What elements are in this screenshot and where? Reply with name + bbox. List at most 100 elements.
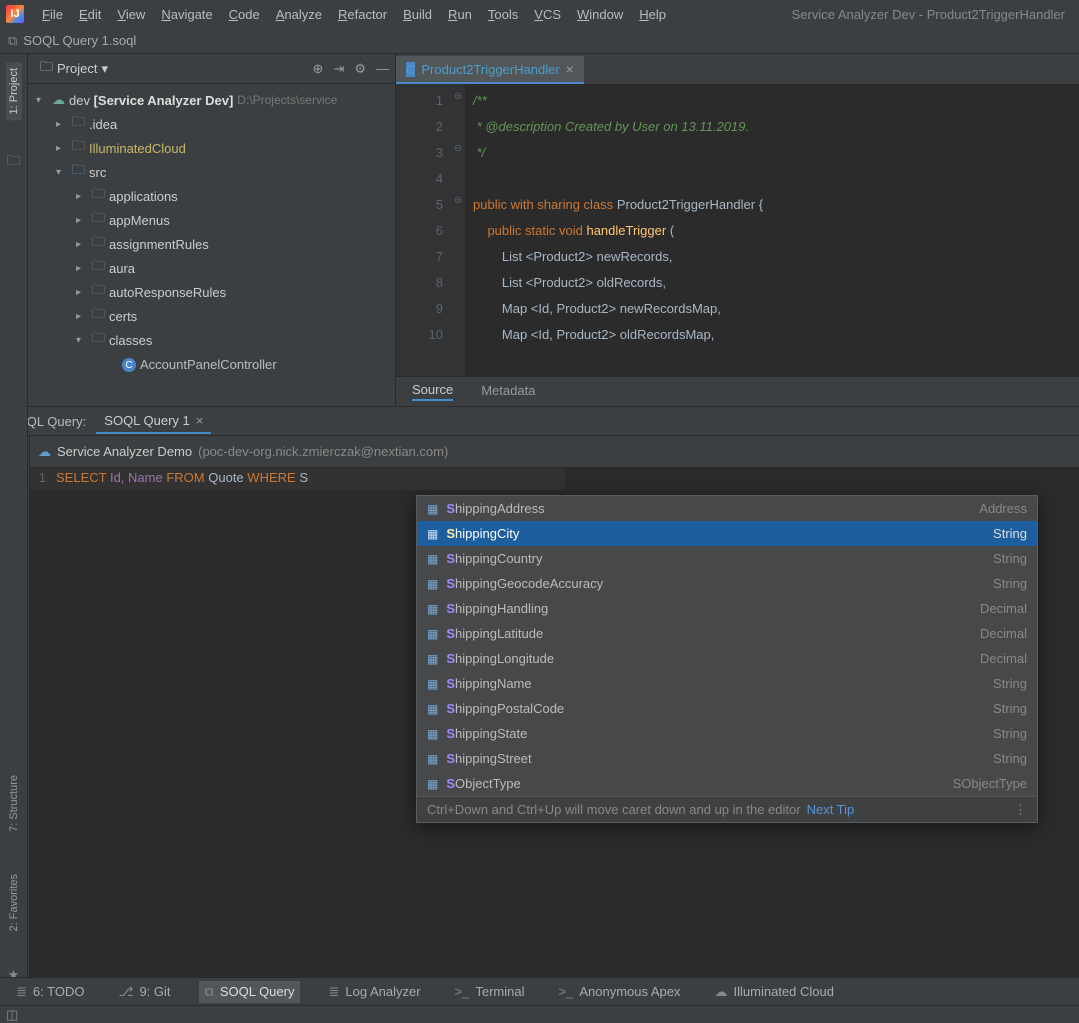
autocomplete-popup: ▦ShippingAddressAddress▦ShippingCityStri… [416, 495, 1038, 823]
connection-selector[interactable]: ☁ Service Analyzer Demo (poc-dev-org.nic… [30, 436, 1079, 468]
autocomplete-item[interactable]: ▦ShippingGeocodeAccuracyString [417, 571, 1037, 596]
project-tool-window: 🗀 Project ▾ ⊕ ⇥ ⚙ — ▾☁dev [Service Analy… [28, 54, 396, 406]
bottom-tab-anonymous-apex[interactable]: >_Anonymous Apex [553, 981, 687, 1002]
locate-icon[interactable]: ⊕ [313, 61, 324, 77]
editor-bottom-tabs: Source Metadata [396, 376, 1079, 406]
field-icon: ▦ [427, 602, 438, 616]
autocomplete-item[interactable]: ▦ShippingStreetString [417, 746, 1037, 771]
tree-row[interactable]: ▸🗀appMenus [28, 208, 395, 232]
autocomplete-item[interactable]: ▦ShippingLatitudeDecimal [417, 621, 1037, 646]
close-icon[interactable]: × [566, 61, 574, 77]
tree-row[interactable]: ▸🗀IlluminatedCloud [28, 136, 395, 160]
autocomplete-item[interactable]: ▦ShippingStateString [417, 721, 1037, 746]
menu-build[interactable]: Build [395, 3, 440, 26]
close-icon[interactable]: × [196, 413, 204, 428]
autocomplete-item[interactable]: ▦ShippingLongitudeDecimal [417, 646, 1037, 671]
field-icon: ▦ [427, 752, 438, 766]
menu-tools[interactable]: Tools [480, 3, 526, 26]
menu-vcs[interactable]: VCS [526, 3, 569, 26]
field-icon: ▦ [427, 777, 438, 791]
project-view-selector[interactable]: 🗀 Project ▾ [34, 56, 114, 82]
breadcrumb-file: SOQL Query 1.soql [23, 33, 136, 48]
tab-icon: ≣ [16, 984, 27, 1000]
tab-icon: ☁ [715, 984, 728, 1000]
sidebar-tab-favorites[interactable]: 2: Favorites [6, 868, 22, 937]
menu-window[interactable]: Window [569, 3, 631, 26]
gear-icon[interactable]: ⚙ [354, 61, 366, 77]
field-icon: ▦ [427, 502, 438, 516]
menu-view[interactable]: View [109, 3, 153, 26]
field-icon: ▦ [427, 577, 438, 591]
bottom-tool-bar: ≣6: TODO ⎇9: Git ⧉SOQL Query ≣Log Analyzer >… [0, 977, 1079, 1005]
field-icon: ▦ [427, 552, 438, 566]
tab-icon: ⎇ [118, 984, 133, 1000]
menu-refactor[interactable]: Refactor [330, 3, 395, 26]
minimize-icon[interactable]: — [376, 61, 389, 77]
tree-row[interactable]: ▸🗀aura [28, 256, 395, 280]
editor-tabs: C Product2TriggerHandler × [396, 54, 1079, 84]
sidebar-tab-project[interactable]: 1: Project [6, 62, 22, 120]
bottom-tab-soql-query[interactable]: ⧉SOQL Query [199, 981, 301, 1003]
tree-row[interactable]: ▾🗀classes [28, 328, 395, 352]
menu-run[interactable]: Run [440, 3, 480, 26]
tree-row[interactable]: ▸🗀applications [28, 184, 395, 208]
field-icon: ▦ [427, 702, 438, 716]
left-gutter: 1: Project 🗀 [0, 54, 28, 406]
next-tip-link[interactable]: Next Tip [807, 802, 855, 817]
app-icon: IJ [6, 5, 24, 23]
menu-bar: IJ FileEditViewNavigateCodeAnalyzeRefact… [0, 0, 1079, 28]
autocomplete-item[interactable]: ▦ShippingNameString [417, 671, 1037, 696]
tree-row[interactable]: ▸🗀.idea [28, 112, 395, 136]
collapse-icon[interactable]: ⇥ [333, 61, 344, 77]
tab-icon: ⧉ [205, 984, 214, 1000]
autocomplete-item[interactable]: ▦ShippingHandlingDecimal [417, 596, 1037, 621]
bottom-tab-log-analyzer[interactable]: ≣Log Analyzer [322, 981, 426, 1003]
folder-icon[interactable]: 🗀 [7, 150, 21, 174]
tab-metadata[interactable]: Metadata [481, 383, 535, 400]
sidebar-tab-structure[interactable]: 7: Structure [6, 769, 22, 838]
cloud-icon: ☁ [38, 444, 51, 460]
autocomplete-item[interactable]: ▦SObjectTypeSObjectType [417, 771, 1037, 796]
menu-edit[interactable]: Edit [71, 3, 109, 26]
bottom-tab-9-git[interactable]: ⎇9: Git [112, 981, 176, 1003]
left-strip-lower: 7: Structure 2: Favorites ★ [0, 406, 28, 993]
autocomplete-hint: Ctrl+Down and Ctrl+Up will move caret do… [427, 802, 801, 817]
code-editor[interactable]: 12345678910 ⊖⊖⊖ /** * @description Creat… [396, 84, 1079, 376]
tab-product2triggerhandler[interactable]: C Product2TriggerHandler × [396, 56, 584, 84]
class-icon: C [406, 62, 415, 77]
menu-navigate[interactable]: Navigate [153, 3, 220, 26]
menu-help[interactable]: Help [631, 3, 674, 26]
autocomplete-item[interactable]: ▦ShippingCityString [417, 521, 1037, 546]
soql-panel-header: SOQL Query: SOQL Query 1 × [0, 406, 1079, 436]
autocomplete-item[interactable]: ▦ShippingAddressAddress [417, 496, 1037, 521]
field-icon: ▦ [427, 727, 438, 741]
project-tree[interactable]: ▾☁dev [Service Analyzer Dev] D:\Projects… [28, 84, 395, 406]
folder-icon: 🗀 [40, 58, 53, 80]
tab-source[interactable]: Source [412, 382, 453, 401]
menu-code[interactable]: Code [221, 3, 268, 26]
bottom-tab-terminal[interactable]: >_Terminal [449, 981, 531, 1002]
windows-icon[interactable]: ◫ [6, 1007, 18, 1023]
tab-icon: >_ [455, 984, 470, 999]
more-icon[interactable]: ⋮ [1014, 802, 1027, 818]
soql-query-editor[interactable]: 1 SELECT Id, Name FROM Quote WHERE S ▦Sh… [30, 468, 1079, 997]
field-icon: ▦ [427, 527, 438, 541]
bottom-tab-illuminated-cloud[interactable]: ☁Illuminated Cloud [709, 981, 840, 1003]
field-icon: ▦ [427, 652, 438, 666]
tree-row[interactable]: ▸🗀assignmentRules [28, 232, 395, 256]
bottom-tab-6-todo[interactable]: ≣6: TODO [10, 981, 90, 1003]
autocomplete-item[interactable]: ▦ShippingPostalCodeString [417, 696, 1037, 721]
field-icon: ▦ [427, 627, 438, 641]
menu-file[interactable]: File [34, 3, 71, 26]
window-title: Service Analyzer Dev - Product2TriggerHa… [792, 7, 1073, 22]
tree-row[interactable]: CAccountPanelController [28, 352, 395, 376]
tree-row[interactable]: ▸🗀certs [28, 304, 395, 328]
tree-row[interactable]: ▾🗀src [28, 160, 395, 184]
soql-tab-query1[interactable]: SOQL Query 1 × [96, 409, 211, 434]
autocomplete-item[interactable]: ▦ShippingCountryString [417, 546, 1037, 571]
tree-row[interactable]: ▸🗀autoResponseRules [28, 280, 395, 304]
tab-icon: ≣ [328, 984, 339, 1000]
tree-row[interactable]: ▾☁dev [Service Analyzer Dev] D:\Projects… [28, 88, 395, 112]
menu-analyze[interactable]: Analyze [268, 3, 330, 26]
field-icon: ▦ [427, 677, 438, 691]
